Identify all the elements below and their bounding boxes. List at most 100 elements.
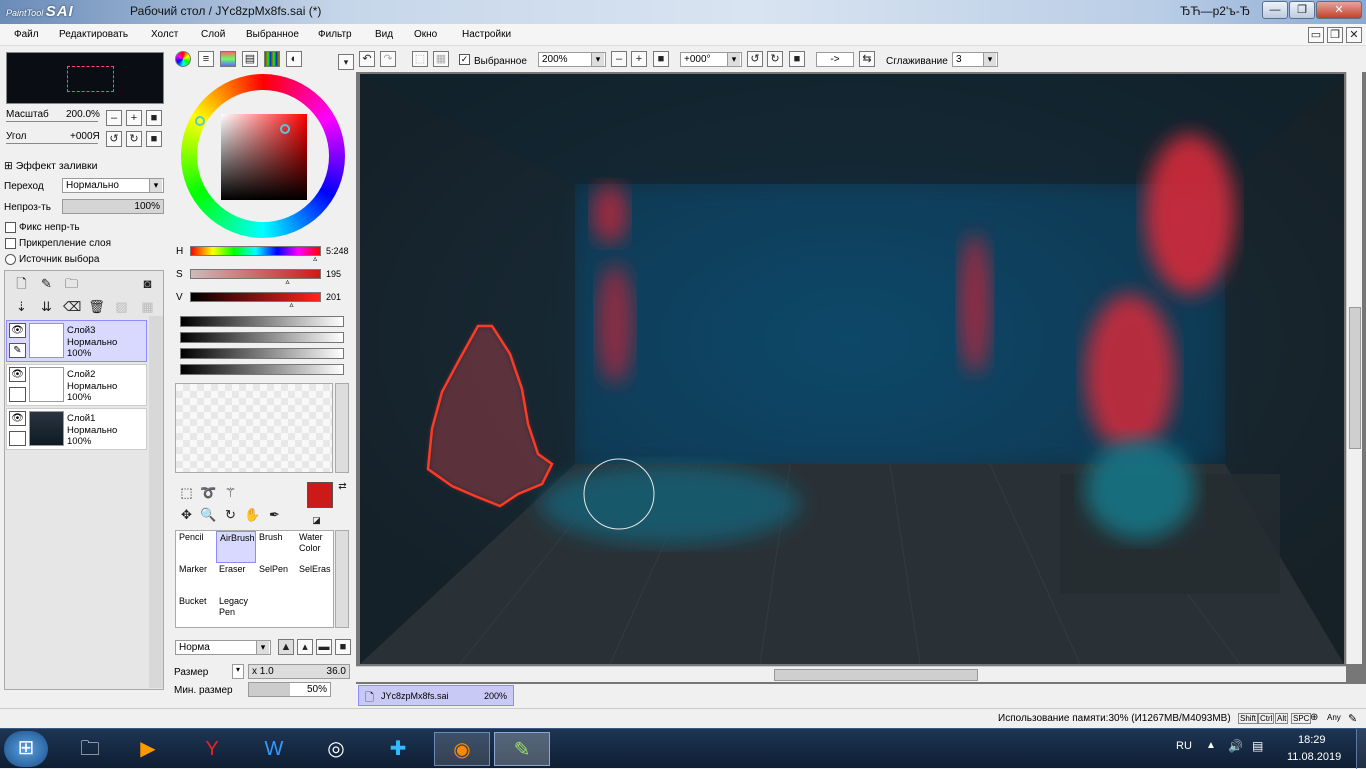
zoom-value[interactable]: 200.0%	[66, 109, 100, 120]
tool-eraser[interactable]: Eraser	[216, 563, 256, 595]
tray-arrow-icon[interactable]: ▲	[1206, 740, 1216, 751]
gradient-bar-4[interactable]	[180, 364, 344, 375]
size-dropdown[interactable]: ▾	[232, 664, 244, 679]
rotate-reset-button[interactable]: ■	[146, 131, 162, 147]
layer-row[interactable]: 👁 Слой2 Нормально 100%	[6, 364, 147, 406]
layer-row[interactable]: 👁 Слой1 Нормально 100%	[6, 408, 147, 450]
clock-date[interactable]: 11.08.2019	[1287, 751, 1341, 763]
zoom-tool-icon[interactable]: 🔍	[200, 506, 217, 523]
deselect-icon[interactable]: ⬚	[412, 51, 428, 67]
clear-layer-icon[interactable]: ⌫	[63, 298, 81, 315]
brush-shape-4[interactable]: ■	[335, 639, 351, 655]
canvas-zoom-in-button[interactable]: +	[631, 51, 647, 67]
selection-visible-checkbox[interactable]: ✓	[459, 54, 470, 65]
word-icon[interactable]: W	[250, 732, 298, 766]
rect-select-icon[interactable]: ⬚	[178, 484, 195, 501]
new-layer-icon[interactable]: 🗋	[13, 275, 30, 292]
default-colors-icon[interactable]: ◪	[308, 512, 325, 529]
invert-selection-icon[interactable]: ▦	[433, 51, 449, 67]
explorer-icon[interactable]: 🗀	[66, 732, 114, 766]
gradient-bar-2[interactable]	[180, 332, 344, 343]
panel-menu-icon[interactable]: ▾	[338, 54, 354, 70]
merge-down-icon[interactable]: ⇊	[38, 298, 55, 315]
canvas-zoom-out-button[interactable]: –	[611, 51, 627, 67]
layer-lock-box[interactable]	[9, 431, 26, 446]
delete-layer-icon[interactable]: 🗑	[88, 298, 105, 315]
start-button[interactable]: ⊞	[4, 731, 48, 767]
menu-settings[interactable]: Настройки	[462, 29, 511, 40]
rgb-sliders-icon[interactable]: ≡	[198, 51, 214, 67]
min-size-slider[interactable]: 50%	[248, 682, 331, 697]
value-slider-marker[interactable]: ▵	[289, 300, 293, 309]
tool-brush[interactable]: Brush	[256, 531, 296, 563]
horizontal-scroll-thumb[interactable]	[774, 669, 978, 681]
menu-canvas[interactable]: Холст	[151, 29, 178, 40]
move-icon[interactable]: ✥	[178, 506, 195, 523]
menu-edit[interactable]: Редактировать	[59, 29, 128, 40]
visibility-eye-icon[interactable]: 👁	[9, 323, 26, 338]
angle-value[interactable]: +000Я	[70, 131, 100, 142]
flip-canvas-icon[interactable]: ⇆	[859, 51, 875, 67]
hue-slider-marker[interactable]: ▵	[313, 254, 317, 263]
layer-row[interactable]: 👁 ✎ Слой3 Нормально 100%	[6, 320, 147, 362]
volume-icon[interactable]: 🔊	[1228, 739, 1243, 753]
zoom-slider[interactable]	[6, 121, 98, 122]
value-slider[interactable]	[190, 292, 321, 302]
zoom-out-button[interactable]: –	[106, 110, 122, 126]
canvas-rotate-left-button[interactable]: ↺	[747, 51, 763, 67]
obs-icon[interactable]: ◎	[312, 732, 360, 766]
flip-horizontal-button[interactable]: ->	[816, 52, 854, 67]
swatches-icon[interactable]	[264, 51, 280, 67]
canvas-area[interactable]	[356, 72, 1366, 684]
tool-marker[interactable]: Marker	[176, 563, 216, 595]
color-wheel-mode-icon[interactable]	[175, 51, 191, 67]
menu-file[interactable]: Файл	[14, 29, 39, 40]
tool-grid-scrollbar[interactable]	[335, 530, 349, 628]
brush-mode-select[interactable]: Норма	[175, 640, 271, 655]
visibility-eye-icon[interactable]: 👁	[9, 411, 26, 426]
hand-tool-icon[interactable]: ✋	[244, 506, 261, 523]
tool-bucket[interactable]: Bucket	[176, 595, 216, 627]
redo-icon[interactable]: ↷	[380, 51, 396, 67]
close-button[interactable]: ✕	[1316, 1, 1362, 19]
tool-airbrush[interactable]: AirBrush	[216, 531, 256, 563]
vertical-scroll-thumb[interactable]	[1349, 307, 1361, 449]
zoom-in-button[interactable]: +	[126, 110, 142, 126]
maximize-button[interactable]: ❐	[1289, 1, 1315, 19]
yandex-browser-icon[interactable]: Y	[188, 732, 236, 766]
eyedropper-icon[interactable]: ✒	[266, 506, 283, 523]
magic-wand-icon[interactable]: ⚚	[222, 484, 239, 501]
doc-restore-button[interactable]: ❐	[1327, 27, 1343, 43]
scratchpad-icon[interactable]: ◐	[286, 51, 302, 67]
navigator-preview[interactable]	[6, 52, 164, 104]
new-folder-icon[interactable]: 🗀	[63, 275, 80, 292]
hue-slider[interactable]	[190, 246, 321, 256]
layer-mask-icon[interactable]: ◙	[139, 275, 156, 292]
zoom-reset-button[interactable]: ■	[146, 110, 162, 126]
show-desktop-button[interactable]	[1356, 729, 1366, 769]
brush-shape-1[interactable]: ▲	[278, 639, 294, 655]
zoom-select[interactable]: 200%	[538, 52, 606, 67]
angle-select[interactable]: +000°	[680, 52, 742, 67]
clip-layer-checkbox[interactable]	[5, 238, 16, 249]
saturation-slider-marker[interactable]: ▵	[286, 277, 290, 286]
selection-source-radio[interactable]	[5, 254, 16, 265]
primary-color-swatch[interactable]	[307, 482, 333, 508]
tool-selpen[interactable]: SelPen	[256, 563, 296, 595]
rotate-tool-icon[interactable]: ↻	[222, 506, 239, 523]
minimize-button[interactable]: —	[1262, 1, 1288, 19]
size-slider[interactable]: x 1.0 36.0	[248, 664, 350, 679]
lasso-icon[interactable]: ➰	[200, 484, 217, 501]
firefox-icon[interactable]: ◉	[434, 732, 490, 766]
canvas-zoom-reset-button[interactable]: ■	[653, 51, 669, 67]
color-wheel[interactable]	[178, 71, 348, 241]
painttool-sai-taskbar-icon[interactable]: ✎	[494, 732, 550, 766]
visibility-eye-icon[interactable]: 👁	[9, 367, 26, 382]
undo-icon[interactable]: ↶	[359, 51, 375, 67]
layer-lock-box[interactable]	[9, 387, 26, 402]
vertical-scrollbar[interactable]	[1346, 72, 1362, 664]
brush-shape-2[interactable]: ▴	[297, 639, 313, 655]
language-indicator[interactable]: RU	[1176, 740, 1192, 752]
menu-view[interactable]: Вид	[375, 29, 393, 40]
fix-opacity-checkbox[interactable]	[5, 222, 16, 233]
